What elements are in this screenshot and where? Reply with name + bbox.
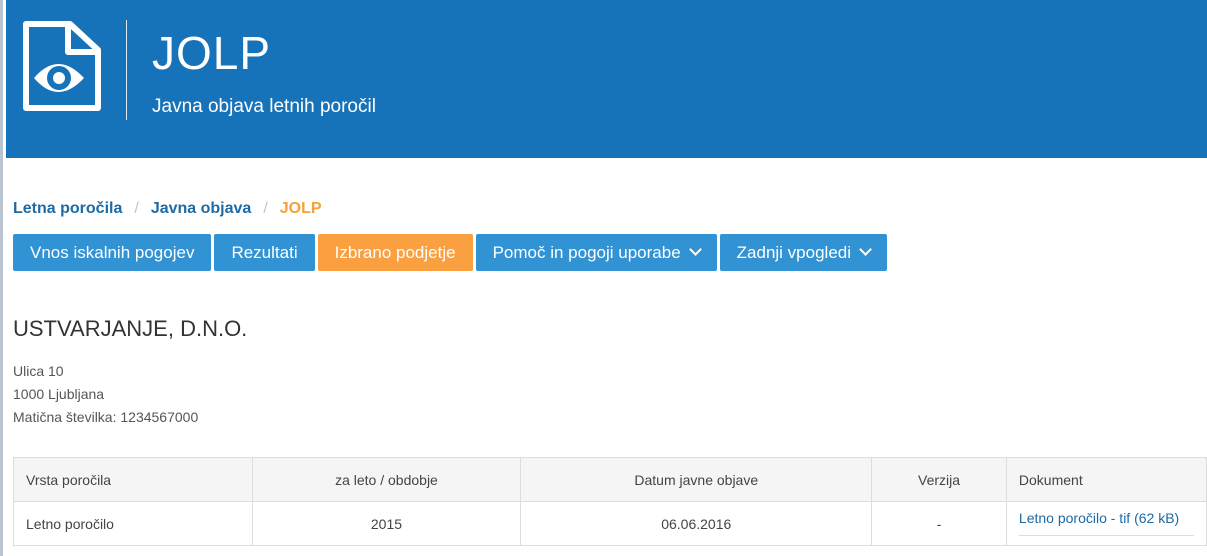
company-address: Ulica 10 1000 Ljubljana Matična številka… xyxy=(13,360,198,429)
app-header: JOLP Javna objava letnih poročil xyxy=(6,0,1207,158)
col-header-year: za leto / obdobje xyxy=(251,457,522,502)
app-subtitle: Javna objava letnih poročil xyxy=(152,96,376,117)
cell-year: 2015 xyxy=(251,501,522,546)
breadcrumb: Letna poročila / Javna objava / JOLP xyxy=(13,200,322,218)
col-header-document: Dokument xyxy=(1005,457,1207,502)
company-name: USTVARJANJE, D.N.O. xyxy=(13,316,248,341)
cell-publication-date: 06.06.2016 xyxy=(520,501,873,546)
col-header-report-type: Vrsta poročila xyxy=(13,457,253,502)
nav-recent-views-label: Zadnji vpogledi xyxy=(736,243,852,262)
chevron-down-icon xyxy=(859,243,872,256)
col-header-version: Verzija xyxy=(871,457,1007,502)
cell-document: Letno poročilo - tif (62 kB) xyxy=(1005,501,1207,546)
nav-search-conditions-button[interactable]: Vnos iskalnih pogojev xyxy=(13,234,212,271)
nav-selected-company-label: Izbrano podjetje xyxy=(334,243,456,262)
breadcrumb-letna-porocila[interactable]: Letna poročila xyxy=(13,200,122,217)
company-city: 1000 Ljubljana xyxy=(13,386,105,402)
company-street: Ulica 10 xyxy=(13,363,64,379)
nav-selected-company-button[interactable]: Izbrano podjetje xyxy=(317,234,473,271)
nav-help-dropdown[interactable]: Pomoč in pogoji uporabe xyxy=(475,234,717,271)
col-header-publication-date: Datum javne objave xyxy=(520,457,873,502)
window-left-border xyxy=(0,0,3,556)
main-nav: Vnos iskalnih pogojev Rezultati Izbrano … xyxy=(13,234,890,271)
cell-version: - xyxy=(871,501,1007,546)
document-eye-icon xyxy=(18,20,110,112)
table-row: Letno poročilo 2015 06.06.2016 - Letno p… xyxy=(13,501,1207,546)
reports-table: Vrsta poročila za leto / obdobje Datum j… xyxy=(13,457,1207,546)
document-download-link[interactable]: Letno poročilo - tif (62 kB) xyxy=(1018,502,1194,536)
chevron-down-icon xyxy=(688,243,702,256)
app-title: JOLP xyxy=(152,27,272,79)
header-divider xyxy=(126,20,127,120)
breadcrumb-separator: / xyxy=(134,200,139,217)
breadcrumb-javna-objava[interactable]: Javna objava xyxy=(151,200,252,217)
nav-recent-views-dropdown[interactable]: Zadnji vpogledi xyxy=(719,234,888,271)
breadcrumb-separator: / xyxy=(263,200,268,217)
nav-results-button[interactable]: Rezultati xyxy=(214,234,315,271)
cell-report-type: Letno poročilo xyxy=(13,501,253,546)
nav-help-label: Pomoč in pogoji uporabe xyxy=(492,243,681,262)
company-reg-number: Matična številka: 1234567000 xyxy=(13,409,199,425)
nav-search-conditions-label: Vnos iskalnih pogojev xyxy=(30,243,195,262)
nav-results-label: Rezultati xyxy=(231,243,298,262)
table-header-row: Vrsta poročila za leto / obdobje Datum j… xyxy=(13,457,1207,502)
breadcrumb-current: JOLP xyxy=(279,200,322,217)
